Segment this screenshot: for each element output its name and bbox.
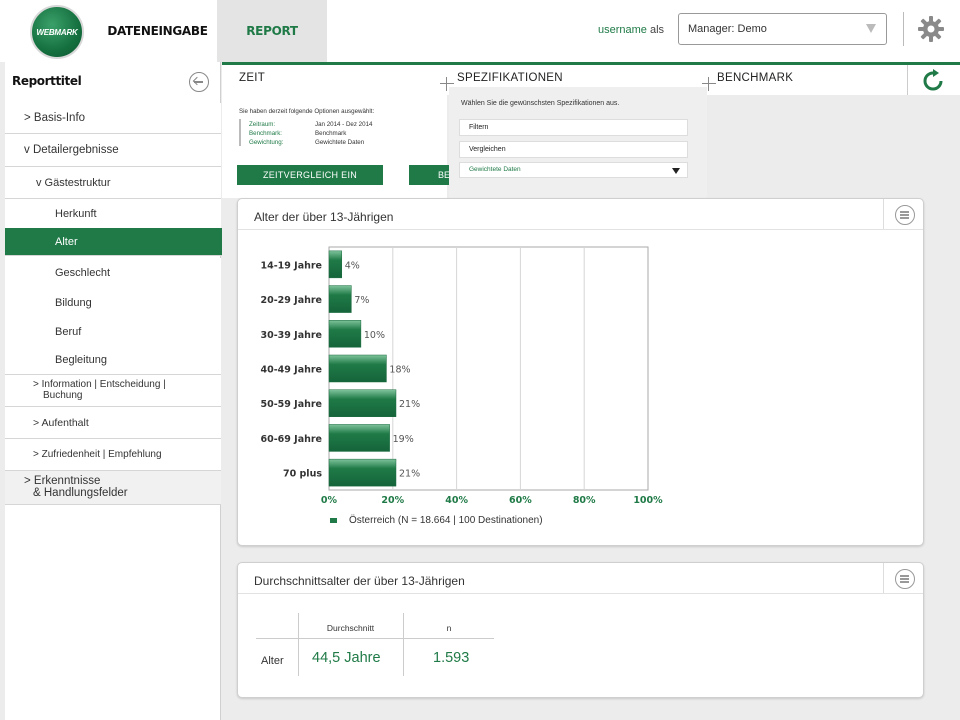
category-label: 30-39 Jahre (260, 330, 322, 341)
sidebar-item-alter[interactable]: Alter (5, 228, 234, 256)
value-label: 18% (389, 365, 410, 376)
sidebar-item-label: > Information | Entscheidung | (33, 379, 166, 390)
manager-select-value: Manager: Demo (688, 23, 767, 35)
x-tick-label: 0% (321, 495, 338, 506)
webmark-logo[interactable]: WEBMARK (30, 5, 84, 59)
x-tick-label: 80% (573, 495, 596, 506)
card-title: Durchschnittsalter der über 13-Jährigen (254, 574, 465, 588)
divider (239, 119, 241, 146)
bar (328, 354, 387, 383)
nav-report[interactable]: REPORT (217, 0, 327, 62)
benchmark-button[interactable]: BE (409, 165, 449, 185)
weighting-select[interactable]: Gewichtete Daten (459, 162, 688, 178)
divider (883, 563, 884, 593)
sidebar-item-bildung[interactable]: Bildung (5, 288, 221, 318)
bar (328, 285, 352, 313)
sidebar-item-aufenthalt[interactable]: > Aufenthalt (5, 407, 221, 439)
value-label: 7% (354, 295, 369, 306)
legend-label: Österreich (N = 18.664 | 100 Destination… (349, 515, 543, 526)
menu-icon[interactable] (895, 569, 915, 589)
age-chart-card: Alter der über 13-Jährigen 0% 20% 40% 60% 80… (237, 198, 924, 546)
sidebar-item-herkunft[interactable]: Herkunft (5, 199, 221, 230)
chevron-down-icon (672, 168, 680, 174)
average-table: Durchschnitt n Alter 44,5 Jahre 1.593 (256, 613, 496, 683)
sidebar-item-detailergebnisse[interactable]: v Detailergebnisse (5, 134, 221, 167)
row-label-alter: Alter (261, 655, 284, 667)
sidebar-item-label: & Handlungsfelder (33, 487, 128, 499)
zeitvergleich-button[interactable]: ZEITVERGLEICH EIN (237, 165, 383, 185)
top-bar: WEBMARK DATENEINGABE REPORT username als… (0, 0, 960, 62)
divider (907, 65, 908, 95)
gear-icon[interactable] (918, 16, 944, 42)
compare-option[interactable]: Vergleichen (459, 141, 688, 158)
tab-spezifikationen[interactable]: SPEZIFIKATIONEN (457, 72, 563, 84)
bar (328, 250, 343, 279)
sidebar-title: Reporttitel (12, 74, 82, 88)
sidebar-item-geschlecht[interactable]: Geschlecht (5, 258, 221, 288)
category-label: 20-29 Jahre (260, 295, 322, 306)
sidebar-item-beruf[interactable]: Beruf (5, 318, 221, 346)
filter-option[interactable]: Filtern (459, 119, 688, 136)
sidebar-item-erkenntnisse[interactable]: > Erkenntnisse & Handlungsfelder (5, 471, 221, 505)
username: username (598, 24, 647, 36)
value-label: 19% (393, 434, 414, 445)
nav-dateneingabe[interactable]: DATENEINGABE (105, 0, 210, 62)
x-tick-label: 40% (445, 495, 468, 506)
value-label: 21% (399, 399, 420, 410)
als-label: als (649, 24, 665, 36)
n-value: 1.593 (433, 650, 470, 666)
tab-zeit[interactable]: ZEIT (239, 72, 265, 84)
sidebar: Reporttitel > Basis-Info v Detailergebni… (5, 62, 234, 720)
category-label: 70 plus (283, 469, 322, 480)
options-intro: Sie haben derzeit folgende Optionen ausg… (239, 108, 375, 115)
value-label: 10% (364, 330, 385, 341)
manager-select[interactable]: Manager: Demo (678, 13, 887, 45)
chart-legend: Österreich (N = 18.664 | 100 Destination… (330, 515, 543, 526)
sidebar-item-label: Buchung (43, 390, 83, 401)
chevron-down-icon (866, 24, 876, 33)
user-label: username als (598, 24, 664, 36)
bar (328, 389, 397, 417)
refresh-icon[interactable] (921, 69, 945, 93)
option-zeitraum: Zeitraum: Jan 2014 - Dez 2014 (249, 121, 373, 128)
category-label: 50-59 Jahre (260, 399, 322, 410)
sidebar-item-label: > Erkenntnisse (24, 475, 101, 487)
bar (328, 458, 397, 487)
divider (903, 12, 904, 46)
option-gewichtung: Gewichtung: Gewichtete Daten (249, 139, 365, 146)
column-header-n: n (446, 623, 452, 633)
sidebar-item-information[interactable]: > Information | Entscheidung | Buchung (5, 375, 221, 407)
average-age-card: Durchschnittsalter der über 13-Jährigen … (237, 562, 924, 698)
category-label: 14-19 Jahre (260, 260, 322, 271)
sidebar-item-zufriedenheit[interactable]: > Zufriedenheit | Empfehlung (5, 439, 221, 471)
bar (328, 320, 362, 348)
x-tick-label: 60% (509, 495, 532, 506)
bar (328, 424, 390, 452)
sidebar-header: Reporttitel (5, 62, 220, 104)
column-header-average: Durchschnitt (326, 623, 375, 633)
spec-intro: Wählen Sie die gewünschsten Spezifikatio… (461, 100, 620, 107)
specifications-dropdown: Wählen Sie die gewünschsten Spezifikatio… (449, 87, 707, 198)
divider (238, 593, 923, 594)
option-benchmark: Benchmark: Benchmark (249, 130, 347, 137)
legend-swatch (330, 517, 337, 523)
collapse-back-icon[interactable] (189, 72, 209, 92)
sidebar-item-begleitung[interactable]: Begleitung (5, 346, 221, 375)
weighting-select-value: Gewichtete Daten (469, 166, 521, 173)
tab-benchmark[interactable]: BENCHMARK (717, 72, 793, 84)
x-tick-label: 20% (381, 495, 404, 506)
value-label: 4% (345, 260, 360, 271)
category-label: 40-49 Jahre (260, 365, 322, 376)
sidebar-item-basis-info[interactable]: > Basis-Info (5, 103, 221, 134)
x-tick-label: 100% (633, 495, 663, 506)
age-bar-chart: 0% 20% 40% 60% 80% 100% 14-19 Jahre 4% 20-29 Jah… (260, 246, 663, 506)
average-value: 44,5 Jahre (312, 650, 381, 666)
divider (256, 638, 494, 639)
category-label: 60-69 Jahre (260, 434, 322, 445)
value-label: 21% (399, 469, 420, 480)
sidebar-item-gaestestruktur[interactable]: v Gästestruktur (5, 167, 221, 199)
